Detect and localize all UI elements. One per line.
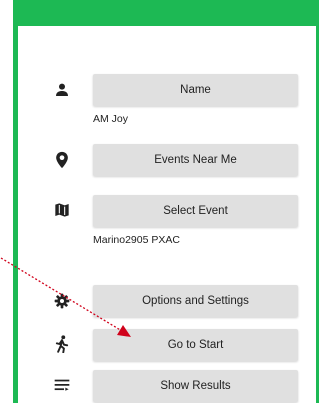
app-screen: Name AM Joy Events Near Me Select Event … [0, 0, 319, 403]
annotation-arrow [0, 257, 131, 337]
